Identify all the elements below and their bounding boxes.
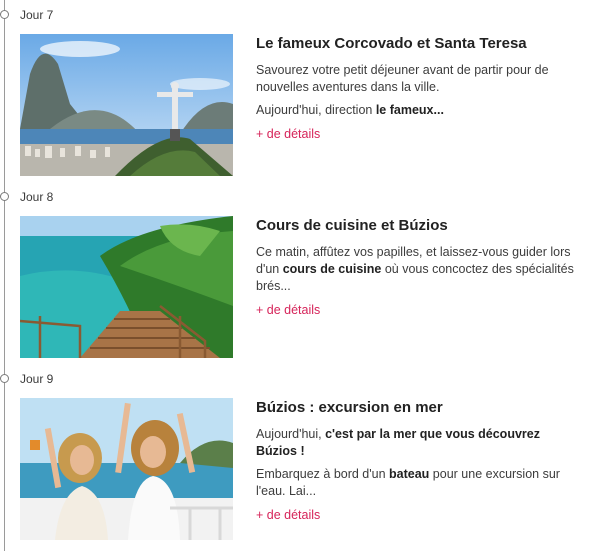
day-description: Aujourd'hui, c'est par la mer que vous d…	[256, 427, 540, 458]
boat-friends-photo	[20, 398, 233, 540]
day-content: Cours de cuisine et Búzios Ce matin, aff…	[256, 216, 576, 319]
corcovado-rio-photo	[20, 34, 233, 176]
day-label: Jour 9	[20, 372, 54, 386]
day-label: Jour 7	[20, 8, 54, 22]
day-description: Ce matin, affûtez vos papilles, et laiss…	[256, 245, 574, 293]
day-title: Le fameux Corcovado et Santa Teresa	[256, 35, 527, 52]
day-description: Savourez votre petit déjeuner avant de p…	[256, 63, 549, 94]
details-link[interactable]: + de détails	[256, 127, 320, 141]
day-content: Búzios : excursion en mer Aujourd'hui, c…	[256, 398, 576, 524]
details-link[interactable]: + de détails	[256, 508, 320, 522]
day-description: Aujourd'hui, direction le fameux...	[256, 103, 444, 117]
day-title: Cours de cuisine et Búzios	[256, 217, 448, 234]
timeline-dot	[0, 374, 9, 383]
day-title: Búzios : excursion en mer	[256, 399, 443, 416]
timeline-line	[4, 0, 5, 551]
itinerary-timeline: Jour 7 Le fameux Corcovado et Santa Tere…	[0, 0, 600, 551]
timeline-dot	[0, 192, 9, 201]
day-content: Le fameux Corcovado et Santa Teresa Savo…	[256, 34, 576, 143]
day-label: Jour 8	[20, 190, 54, 204]
timeline-dot	[0, 10, 9, 19]
details-link[interactable]: + de détails	[256, 303, 320, 317]
day-description: Embarquez à bord d'un bateau pour une ex…	[256, 467, 560, 498]
coastal-stairs-photo	[20, 216, 233, 358]
